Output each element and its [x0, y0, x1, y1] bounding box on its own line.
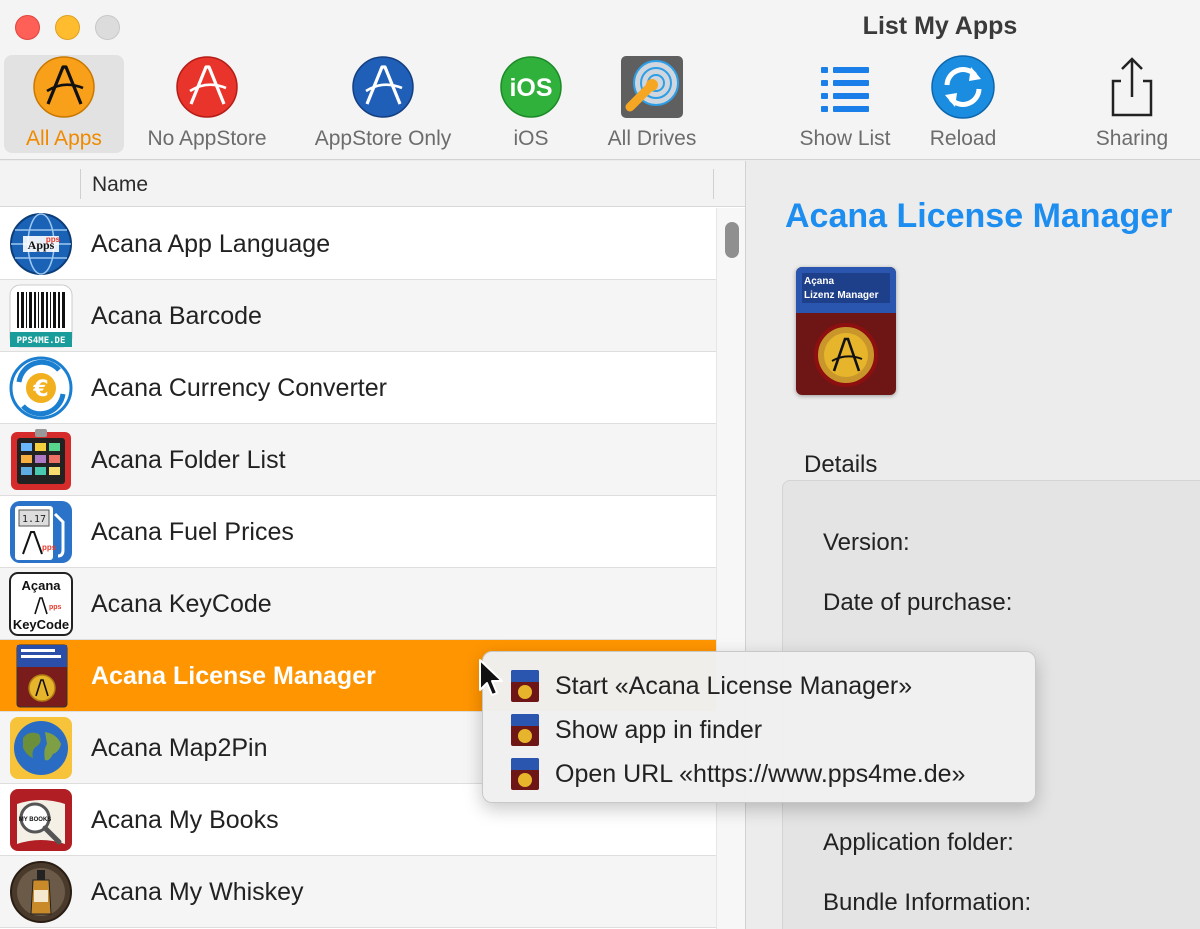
menu-item-open-url[interactable]: Open URL «https://www.pps4me.de» — [511, 754, 965, 794]
barcode-icon: PPS4ME.DE — [9, 284, 73, 348]
list-row-fuel-prices[interactable]: 1.17 pps Acana Fuel Prices — [0, 496, 716, 568]
acana-a-orange-icon — [32, 55, 96, 119]
bundle-information-label: Bundle Information: — [823, 889, 1032, 916]
large-icon-line2: Lizenz Manager — [804, 290, 879, 301]
reload-icon — [931, 55, 995, 119]
license-manager-icon — [511, 714, 539, 746]
whiskey-icon — [9, 860, 73, 924]
app-list-pane: Name Apps pps Acana App Language PPS4ME.… — [0, 161, 746, 929]
keycode-top-icon-text: Açana — [21, 578, 61, 593]
folder-list-icon — [9, 428, 73, 492]
fuel-price-icon-text: 1.17 — [22, 514, 46, 525]
keycode-icon: Açana pps KeyCode — [9, 572, 73, 636]
app-name: Acana App Language — [91, 230, 331, 258]
euro-icon-text: € — [32, 377, 48, 402]
list-row-currency-converter[interactable]: € Acana Currency Converter — [0, 352, 716, 424]
euro-icon: € — [9, 356, 73, 420]
fuel-pump-icon: 1.17 pps — [9, 500, 73, 564]
books-icon-text: MY BOOKS — [19, 817, 52, 823]
toolbar-show-list-button[interactable]: Show List — [790, 55, 900, 153]
app-name: Acana Barcode — [91, 302, 262, 330]
app-name: Acana My Books — [91, 806, 279, 834]
list-header: Name — [0, 161, 745, 207]
toolbar-all-apps-button[interactable]: All Apps — [4, 55, 124, 153]
pps-icon-text: pps — [46, 235, 61, 244]
toolbar-appstore-only-label: AppStore Only — [314, 127, 452, 150]
purchase-date-label: Date of purchase: — [823, 589, 1013, 616]
app-window: List My Apps All Apps No AppStore AppSto… — [0, 0, 1200, 929]
books-icon: MY BOOKS — [9, 788, 73, 852]
detail-pane: Acana License Manager Açana Lizenz Manag… — [747, 161, 1200, 929]
pps-icon-text: pps — [49, 604, 62, 611]
toolbar-reload-button[interactable]: Reload — [920, 55, 1006, 153]
menu-item-label: Show app in finder — [555, 715, 763, 744]
menu-item-label: Start «Acana License Manager» — [555, 671, 913, 700]
toolbar-ios-label: iOS — [513, 127, 549, 150]
appstore-a-blue-icon — [351, 55, 415, 119]
menu-item-label: Open URL «https://www.pps4me.de» — [555, 759, 966, 788]
name-column-header[interactable]: Name — [92, 173, 148, 197]
toolbar-reload-label: Reload — [929, 127, 997, 150]
app-name: Acana License Manager — [91, 662, 376, 690]
license-manager-icon — [511, 670, 539, 702]
app-name: Acana Folder List — [91, 446, 286, 474]
toolbar-appstore-only-button[interactable]: AppStore Only — [303, 55, 463, 153]
list-row-app-language[interactable]: Apps pps Acana App Language — [0, 208, 716, 280]
app-name: Acana Fuel Prices — [91, 518, 294, 546]
list-icon — [813, 55, 877, 119]
license-manager-large-icon: Açana Lizenz Manager — [796, 267, 896, 395]
toolbar-sharing-button[interactable]: Sharing — [1086, 55, 1178, 153]
scrollbar-thumb[interactable] — [725, 222, 739, 258]
details-section-label: Details — [804, 451, 878, 478]
world-map-icon — [9, 716, 73, 780]
ios-green-icon: iOS — [499, 55, 563, 119]
toolbar-all-drives-label: All Drives — [607, 127, 697, 150]
version-label: Version: — [823, 529, 910, 556]
toolbar-no-appstore-button[interactable]: No AppStore — [138, 55, 276, 153]
share-icon — [1100, 55, 1164, 119]
detail-app-title: Acana License Manager — [785, 197, 1173, 235]
mouse-pointer-icon — [478, 658, 504, 698]
license-manager-icon — [511, 758, 539, 790]
app-name: Acana Currency Converter — [91, 374, 387, 402]
title-toolbar: List My Apps All Apps No AppStore AppSto… — [0, 0, 1200, 160]
window-title: List My Apps — [862, 12, 1018, 40]
application-folder-label: Application folder: — [823, 829, 1014, 856]
toolbar-ios-button[interactable]: iOS iOS — [490, 55, 572, 153]
menu-item-start-app[interactable]: Start «Acana License Manager» — [511, 666, 912, 706]
license-manager-icon — [9, 644, 73, 708]
column-separator — [713, 169, 714, 199]
app-list: Apps pps Acana App Language PPS4ME.DE Ac… — [0, 208, 716, 928]
column-separator — [80, 169, 81, 199]
app-name: Acana Map2Pin — [91, 734, 268, 762]
globe-icon: Apps pps — [9, 212, 73, 276]
acana-a-red-icon — [175, 55, 239, 119]
drive-icon — [620, 55, 684, 119]
toolbar-sharing-label: Sharing — [1095, 127, 1169, 150]
ios-icon-text: iOS — [509, 74, 552, 102]
app-name: Acana My Whiskey — [91, 878, 304, 906]
context-menu: Start «Acana License Manager» Show app i… — [482, 651, 1036, 803]
toolbar-all-drives-button[interactable]: All Drives — [600, 55, 704, 153]
list-scrollbar[interactable] — [716, 208, 745, 929]
list-row-keycode[interactable]: Açana pps KeyCode Acana KeyCode — [0, 568, 716, 640]
toolbar-show-list-label: Show List — [799, 127, 891, 150]
keycode-bottom-icon-text: KeyCode — [13, 617, 69, 632]
toolbar-all-apps-label: All Apps — [26, 127, 102, 150]
barcode-site-icon-text: PPS4ME.DE — [17, 336, 66, 346]
menu-item-show-in-finder[interactable]: Show app in finder — [511, 710, 762, 750]
list-row-folder-list[interactable]: Acana Folder List — [0, 424, 716, 496]
list-row-my-whiskey[interactable]: Acana My Whiskey — [0, 856, 716, 928]
toolbar-no-appstore-label: No AppStore — [147, 127, 267, 150]
large-icon-line1: Açana — [804, 276, 834, 287]
app-name: Acana KeyCode — [91, 590, 272, 618]
pps-icon-text: pps — [42, 543, 57, 552]
list-row-barcode[interactable]: PPS4ME.DE Acana Barcode — [0, 280, 716, 352]
